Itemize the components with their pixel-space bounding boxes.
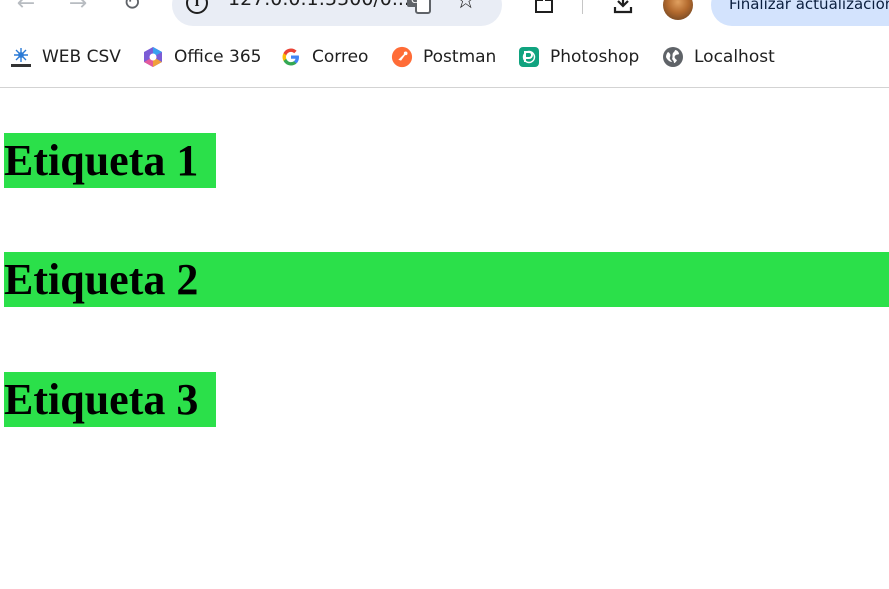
site-info-icon[interactable]: i (186, 0, 208, 14)
address-url[interactable]: 127.0.0.1:5500/0... (228, 0, 410, 10)
etiqueta-1-heading: Etiqueta 1 (4, 133, 216, 188)
photoshop-icon (518, 46, 540, 68)
bookmark-label: Photoshop (550, 47, 640, 67)
bookmark-postman[interactable]: Postman (391, 44, 496, 70)
postman-icon (391, 46, 413, 68)
bookmark-web-csv[interactable]: WEB CSV (10, 44, 121, 70)
address-bar[interactable]: i 127.0.0.1:5500/0... G ☆ (172, 0, 502, 26)
bookmarks-bar: WEB CSV Office 365 Correo Postman Photos… (0, 40, 889, 74)
bookmark-label: Localhost (694, 47, 775, 67)
download-icon[interactable] (609, 0, 637, 18)
update-button[interactable]: Finalizar actualización (711, 0, 889, 26)
toolbar-separator (582, 0, 583, 14)
bookmark-office-365[interactable]: Office 365 (142, 44, 261, 70)
bookmark-photoshop[interactable]: Photoshop (518, 44, 639, 70)
bookmark-label: Postman (423, 47, 497, 67)
svg-text:G: G (411, 0, 419, 6)
translate-icon[interactable]: G (406, 0, 432, 14)
page-content: Etiqueta 1 Etiqueta 2 Etiqueta 3 (0, 88, 889, 589)
globe-icon (662, 46, 684, 68)
forward-arrow-icon[interactable]: → (64, 0, 92, 18)
webcsv-icon (10, 46, 32, 68)
bookmark-label: Correo (312, 47, 369, 67)
browser-chrome: ← → ↻ i 127.0.0.1:5500/0... G ☆ (0, 0, 889, 88)
reload-icon[interactable]: ↻ (118, 0, 146, 18)
avatar[interactable] (663, 0, 693, 20)
extensions-icon[interactable] (530, 0, 558, 18)
etiqueta-3-heading: Etiqueta 3 (4, 372, 216, 427)
browser-toolbar: ← → ↻ i 127.0.0.1:5500/0... G ☆ (0, 0, 889, 26)
bookmark-localhost[interactable]: Localhost (662, 44, 775, 70)
bookmark-label: Office 365 (174, 47, 262, 67)
etiqueta-2-heading: Etiqueta 2 (4, 252, 889, 307)
star-icon[interactable]: ☆ (455, 0, 477, 12)
bookmark-correo[interactable]: Correo (280, 44, 368, 70)
google-icon (280, 46, 302, 68)
bookmark-label: WEB CSV (42, 47, 121, 67)
office365-icon (142, 46, 164, 68)
back-arrow-icon[interactable]: ← (12, 0, 40, 18)
